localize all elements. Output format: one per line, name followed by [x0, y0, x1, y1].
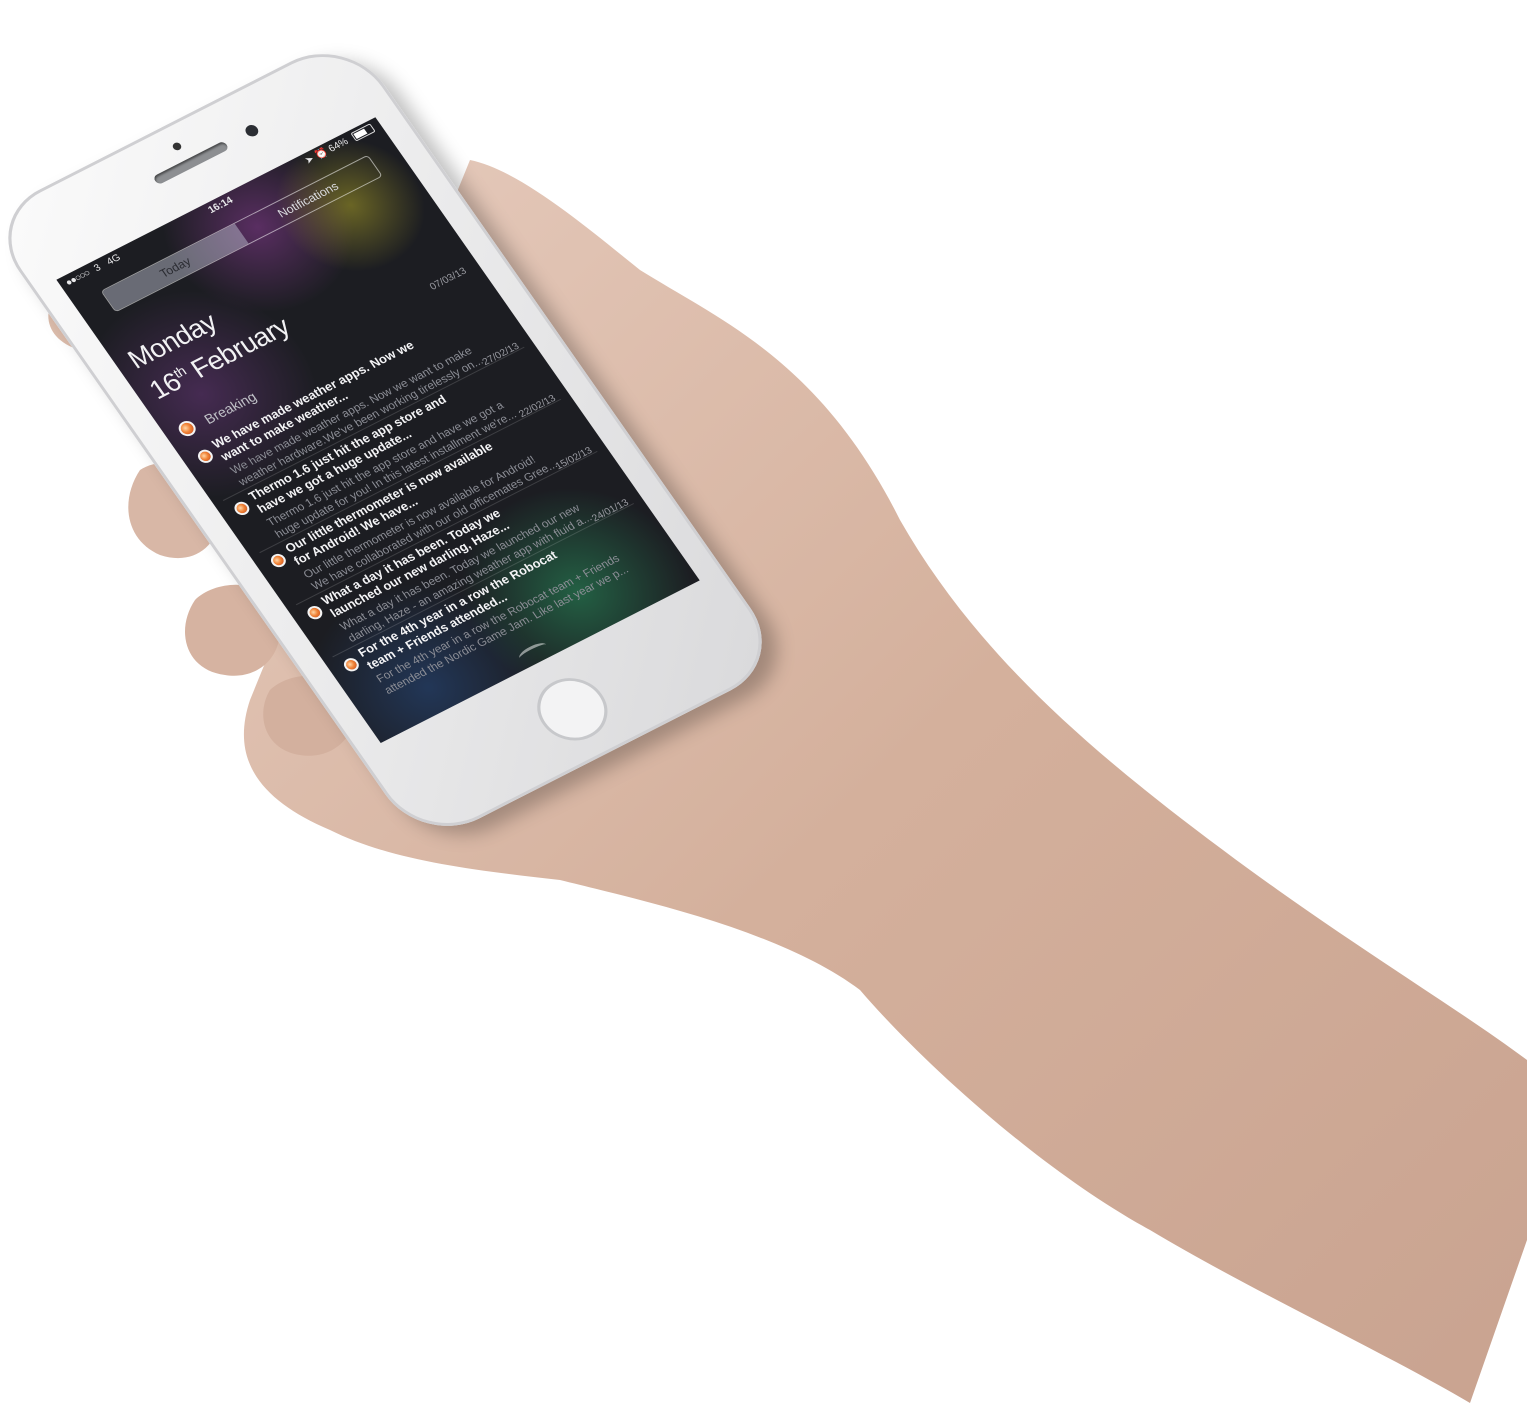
app-icon	[175, 418, 199, 439]
app-icon	[268, 551, 289, 570]
item-date: 07/03/13	[427, 265, 469, 293]
app-icon	[304, 603, 326, 622]
close-grabber-handle[interactable]	[516, 639, 550, 663]
app-icon	[341, 655, 362, 674]
app-icon	[195, 447, 216, 466]
app-icon	[231, 499, 253, 518]
battery-percent: 64%	[326, 136, 351, 155]
